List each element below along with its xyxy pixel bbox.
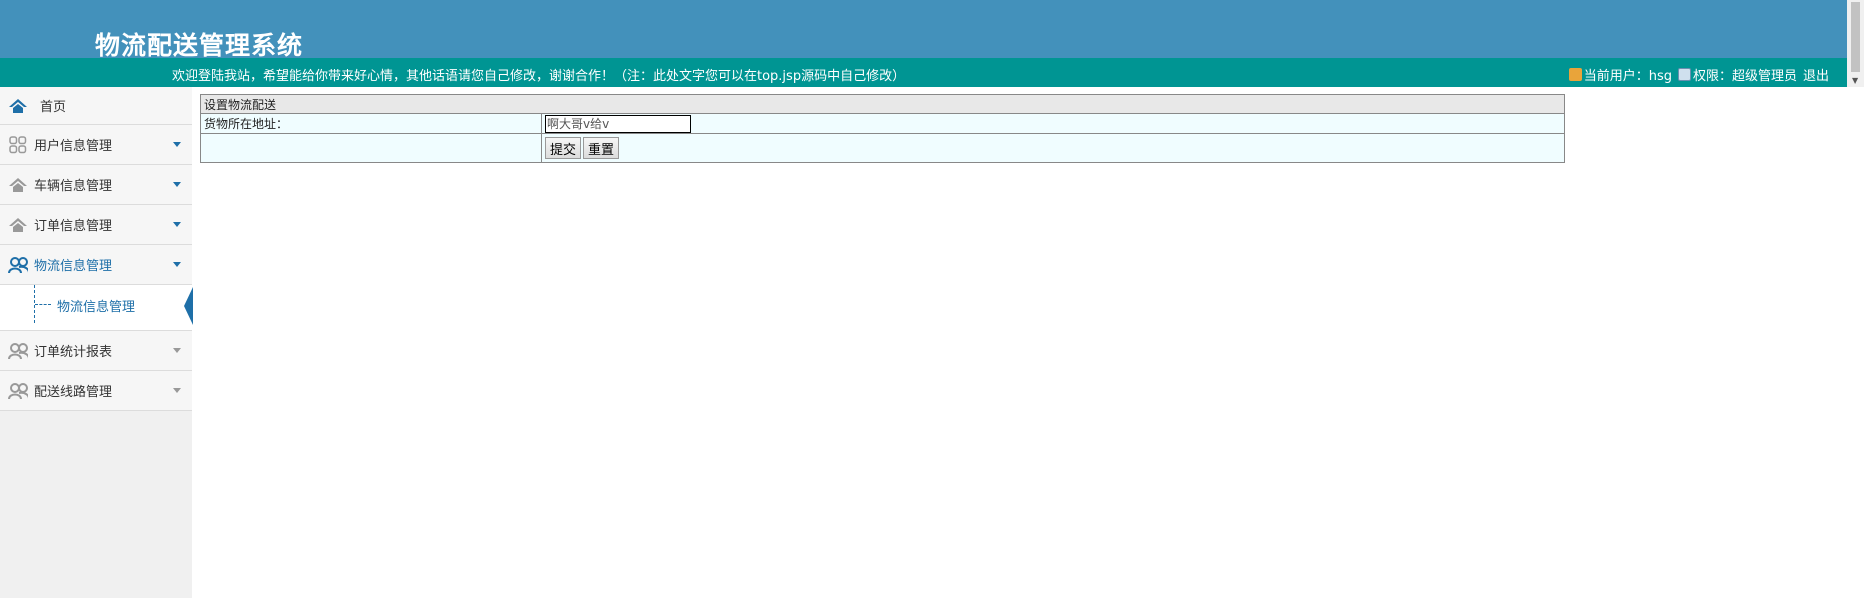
sidebar-item-logistics-info[interactable]: 物流信息管理 bbox=[0, 245, 192, 285]
buttons-cell: 提交 重置 bbox=[541, 133, 1565, 163]
home-icon bbox=[8, 215, 28, 235]
sidebar-label: 配送线路管理 bbox=[34, 385, 113, 400]
sidebar-item-vehicle-info[interactable]: 车辆信息管理 bbox=[0, 165, 192, 205]
logistics-form: 设置物流配送 货物所在地址： 提交重置 bbox=[200, 94, 1565, 163]
logout-link[interactable]: 退出 bbox=[1803, 65, 1829, 84]
current-user: 当前用户：hsg bbox=[1583, 69, 1672, 84]
sidebar-item-route[interactable]: 配送线路管理 bbox=[0, 371, 192, 411]
users-icon bbox=[8, 381, 28, 401]
sidebar-subitem-logistics[interactable]: 物流信息管理 bbox=[0, 285, 193, 331]
chevron-down-icon bbox=[173, 142, 181, 147]
scroll-down-arrow[interactable]: ▼ bbox=[1852, 76, 1858, 85]
sidebar-item-user-info[interactable]: 用户信息管理 bbox=[0, 125, 192, 165]
scrollbar[interactable]: ▼ bbox=[1847, 0, 1864, 87]
welcome-bar: 欢迎登陆我站，希望能给你带来好心情，其他话语请您自己修改，谢谢合作！（注：此处文… bbox=[0, 58, 1847, 87]
user-info: 当前用户：hsg 权限：超级管理员 退出 bbox=[1568, 65, 1829, 84]
chevron-down-icon bbox=[173, 348, 181, 353]
sidebar-item-order-report[interactable]: 订单统计报表 bbox=[0, 331, 192, 371]
sidebar-item-home[interactable]: 首页 bbox=[0, 87, 192, 125]
sidebar-label: 订单统计报表 bbox=[34, 345, 113, 360]
app-title: 物流配送管理系统 bbox=[95, 31, 304, 60]
sidebar-item-order-info[interactable]: 订单信息管理 bbox=[0, 205, 192, 245]
chevron-down-icon bbox=[173, 388, 181, 393]
sidebar-sub-label: 物流信息管理 bbox=[57, 300, 136, 315]
chevron-down-icon bbox=[173, 222, 181, 227]
address-cell bbox=[541, 113, 1565, 134]
users-icon bbox=[8, 255, 28, 275]
address-input[interactable] bbox=[545, 114, 691, 133]
sidebar-label: 用户信息管理 bbox=[34, 139, 113, 154]
sidebar-label: 订单信息管理 bbox=[34, 219, 113, 234]
sidebar-label: 首页 bbox=[40, 100, 67, 115]
tree-line bbox=[35, 304, 51, 305]
empty-cell bbox=[200, 133, 542, 163]
chevron-down-icon bbox=[173, 182, 181, 187]
header-banner: 物流配送管理系统 bbox=[0, 0, 1847, 60]
user-icon bbox=[1568, 68, 1582, 81]
grid-icon bbox=[8, 135, 28, 155]
reset-button[interactable]: 重置 bbox=[583, 137, 620, 159]
sidebar-label: 物流信息管理 bbox=[34, 259, 113, 274]
home-icon bbox=[8, 175, 28, 195]
address-label: 货物所在地址： bbox=[200, 113, 542, 134]
chevron-down-icon bbox=[173, 262, 181, 267]
role: 权限：超级管理员 bbox=[1692, 69, 1797, 84]
active-indicator bbox=[184, 287, 193, 325]
home-icon bbox=[8, 96, 28, 116]
welcome-text: 欢迎登陆我站，希望能给你带来好心情，其他话语请您自己修改，谢谢合作！（注：此处文… bbox=[172, 69, 906, 84]
sidebar: 首页 用户信息管理 车辆信息管理 订单信息管理 物流信息管理 物流信息管理 订单… bbox=[0, 87, 193, 598]
form-title: 设置物流配送 bbox=[200, 94, 1565, 114]
role-icon bbox=[1677, 68, 1691, 81]
sidebar-label: 车辆信息管理 bbox=[34, 179, 113, 194]
users-icon bbox=[8, 341, 28, 361]
scrollbar-thumb[interactable] bbox=[1851, 2, 1860, 72]
submit-button[interactable]: 提交 bbox=[545, 137, 582, 159]
